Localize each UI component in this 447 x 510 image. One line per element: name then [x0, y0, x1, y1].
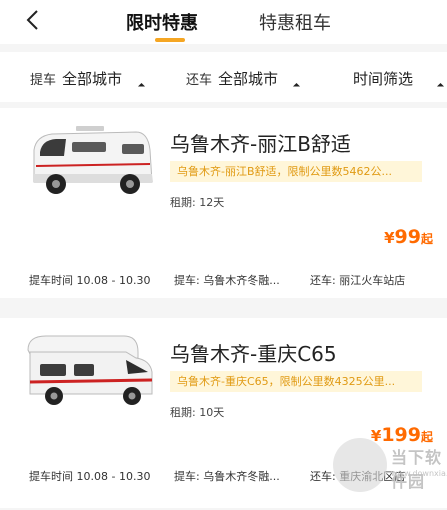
watermark-url: www.downxia.com: [391, 469, 447, 478]
back-arrow-icon[interactable]: [22, 8, 46, 32]
route-note: 乌鲁木齐-重庆C65，限制公里数4325公里...: [170, 371, 422, 392]
tab-special-rental[interactable]: 特惠租车: [259, 9, 331, 35]
filter-bar: 提车 全部城市 还车 全部城市 时间筛选: [0, 52, 447, 102]
pickup-city-value: 全部城市: [62, 70, 123, 88]
route-title: 乌鲁木齐-丽江B舒适: [170, 132, 351, 156]
price-symbol: ¥: [384, 229, 395, 247]
return-label: 还车: [186, 73, 213, 88]
price-suffix: 起: [420, 232, 433, 246]
route-note: 乌鲁木齐-丽江B舒适，限制公里数5462公...: [170, 161, 422, 182]
route-title: 乌鲁木齐-重庆C65: [170, 342, 337, 366]
dropdown-caret-icon: [137, 82, 146, 91]
price-value: 99: [394, 226, 421, 248]
watermark-logo-icon: [333, 438, 387, 492]
time-filter[interactable]: 时间筛选: [353, 68, 413, 89]
dropdown-caret-icon: [292, 82, 301, 91]
pickup-label: 提车: [30, 73, 57, 88]
pickup-city-filter[interactable]: 提车 全部城市: [30, 68, 122, 89]
pickup-place: 提车: 乌鲁木齐冬融...: [174, 470, 280, 483]
pickup-place: 提车: 乌鲁木齐冬融...: [174, 274, 280, 287]
price: ¥99起: [384, 226, 433, 248]
pickup-time: 提车时间 10.08 - 10.30: [29, 274, 151, 287]
rv-van-image: [33, 126, 153, 194]
rental-card[interactable]: 乌鲁木齐-丽江B舒适 乌鲁木齐-丽江B舒适，限制公里数5462公... 租期: …: [0, 108, 447, 298]
time-filter-label: 时间筛选: [353, 70, 414, 88]
tab-limited-offer[interactable]: 限时特惠: [126, 9, 198, 35]
rv-camper-image: [27, 335, 153, 405]
dropdown-caret-icon: [436, 82, 445, 91]
watermark-text: 当下软件园: [391, 448, 443, 491]
return-city-filter[interactable]: 还车 全部城市: [186, 68, 278, 89]
return-city-value: 全部城市: [218, 70, 279, 88]
rental-period: 租期: 10天: [170, 406, 225, 419]
active-tab-indicator: [155, 38, 185, 42]
rental-period: 租期: 12天: [170, 196, 225, 209]
watermark: 当下软件园 www.downxia.com: [333, 438, 447, 494]
return-place: 还车: 丽江火车站店: [310, 274, 406, 287]
pickup-time: 提车时间 10.08 - 10.30: [29, 470, 151, 483]
top-nav-bar: 限时特惠 特惠租车: [0, 0, 447, 44]
